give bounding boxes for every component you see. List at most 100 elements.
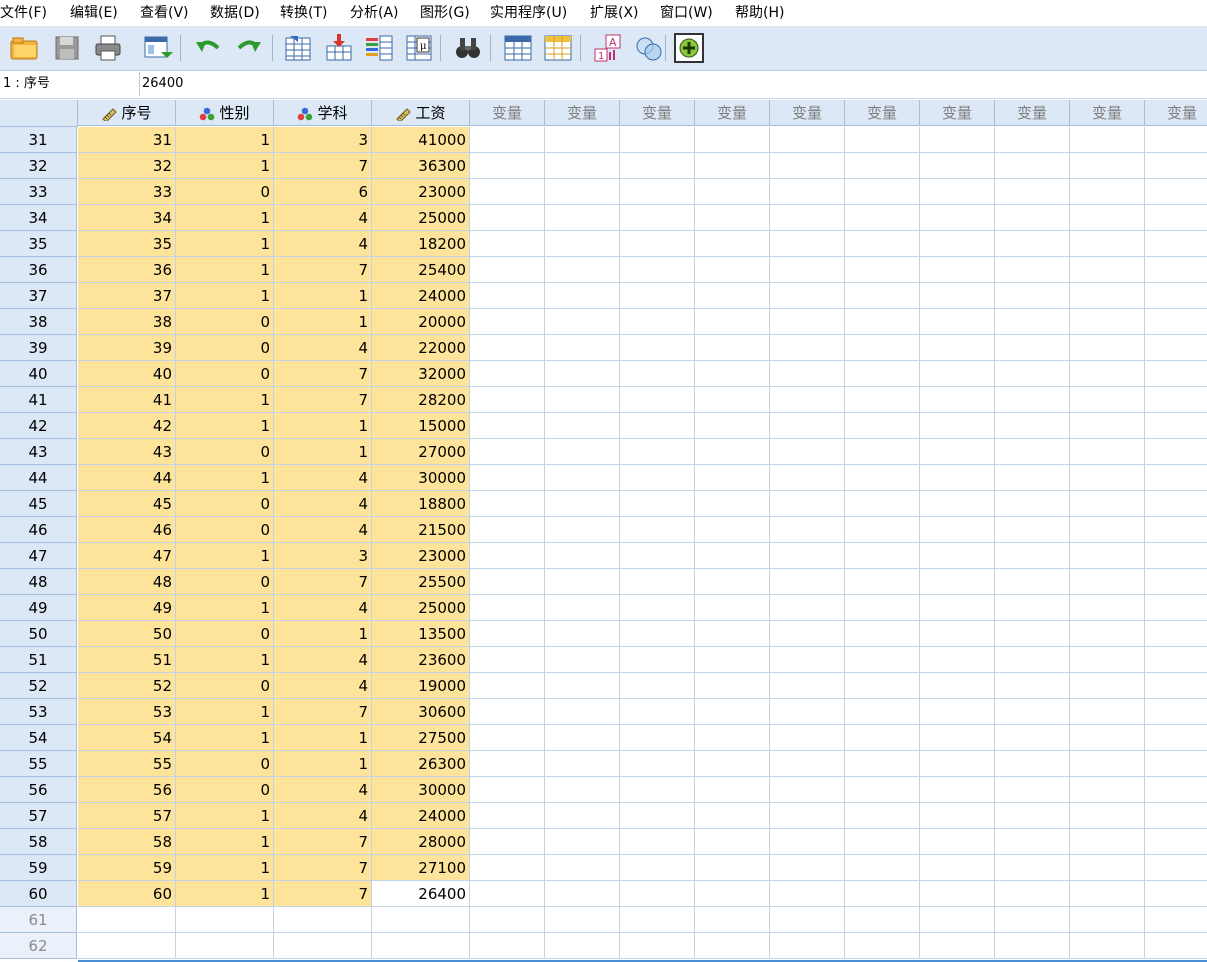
table-cell[interactable] [470, 569, 545, 595]
table-cell[interactable] [845, 621, 920, 647]
table-cell[interactable]: 1 [176, 647, 274, 673]
table-cell[interactable] [545, 127, 620, 153]
table-cell[interactable] [920, 257, 995, 283]
table-cell[interactable] [620, 205, 695, 231]
table-cell[interactable] [545, 205, 620, 231]
table-cell[interactable]: 59 [78, 855, 176, 881]
table-cell[interactable] [1070, 283, 1145, 309]
table-cell[interactable] [770, 127, 845, 153]
table-cell[interactable]: 4 [274, 465, 372, 491]
table-cell[interactable] [995, 231, 1070, 257]
table-cell[interactable]: 38 [78, 309, 176, 335]
table-cell[interactable] [620, 647, 695, 673]
redo-icon[interactable] [233, 32, 265, 64]
table-cell[interactable]: 7 [274, 699, 372, 725]
table-cell[interactable]: 4 [274, 777, 372, 803]
table-cell[interactable] [620, 179, 695, 205]
table-cell[interactable] [620, 439, 695, 465]
table-cell[interactable] [1070, 543, 1145, 569]
table-cell[interactable]: 0 [176, 439, 274, 465]
table-cell[interactable] [695, 907, 770, 933]
table-cell[interactable] [845, 543, 920, 569]
table-cell[interactable] [470, 309, 545, 335]
table-cell[interactable] [620, 283, 695, 309]
table-cell[interactable] [545, 907, 620, 933]
table-cell[interactable] [770, 543, 845, 569]
table-cell[interactable] [995, 153, 1070, 179]
table-cell[interactable] [620, 907, 695, 933]
goto-variable-icon[interactable] [323, 32, 355, 64]
table-cell[interactable] [845, 153, 920, 179]
table-cell[interactable] [845, 387, 920, 413]
row-header[interactable]: 61 [0, 907, 77, 933]
table-cell[interactable] [995, 205, 1070, 231]
table-cell[interactable]: 3 [274, 543, 372, 569]
table-cell[interactable] [845, 855, 920, 881]
table-cell[interactable] [470, 335, 545, 361]
table-cell[interactable] [995, 621, 1070, 647]
table-cell[interactable] [845, 907, 920, 933]
table-cell[interactable] [695, 205, 770, 231]
table-cell[interactable]: 1 [176, 231, 274, 257]
table-cell[interactable] [1070, 803, 1145, 829]
table-cell[interactable]: 1 [274, 725, 372, 751]
table-cell[interactable]: 18800 [372, 491, 470, 517]
table-cell[interactable] [545, 413, 620, 439]
table-cell[interactable] [470, 751, 545, 777]
menu-item-0[interactable]: 文件(F) [0, 3, 47, 23]
table-cell[interactable] [695, 127, 770, 153]
table-cell[interactable] [845, 803, 920, 829]
table-cell[interactable] [1070, 881, 1145, 907]
table-cell[interactable]: 28000 [372, 829, 470, 855]
table-cell[interactable] [470, 647, 545, 673]
table-cell[interactable] [470, 855, 545, 881]
table-cell[interactable] [1145, 803, 1207, 829]
table-cell[interactable] [845, 309, 920, 335]
table-cell[interactable] [545, 361, 620, 387]
menu-item-4[interactable]: 转换(T) [280, 3, 327, 23]
table-cell[interactable] [1070, 699, 1145, 725]
table-cell[interactable] [770, 231, 845, 257]
table-cell[interactable] [1145, 257, 1207, 283]
row-header[interactable]: 59 [0, 855, 77, 881]
table-cell[interactable] [770, 309, 845, 335]
column-header-3[interactable]: 工资 [372, 100, 470, 126]
table-cell[interactable]: 0 [176, 673, 274, 699]
table-cell[interactable] [274, 907, 372, 933]
table-cell[interactable]: 4 [274, 335, 372, 361]
table-cell[interactable] [470, 829, 545, 855]
table-cell[interactable]: 50 [78, 621, 176, 647]
table-cell[interactable] [1145, 231, 1207, 257]
table-cell[interactable]: 32000 [372, 361, 470, 387]
table-cell[interactable]: 41000 [372, 127, 470, 153]
table-cell[interactable] [545, 569, 620, 595]
table-cell[interactable] [770, 439, 845, 465]
table-cell[interactable] [845, 933, 920, 959]
table-cell[interactable] [1070, 127, 1145, 153]
table-cell[interactable]: 4 [274, 647, 372, 673]
table-cell[interactable] [545, 673, 620, 699]
table-cell[interactable] [695, 517, 770, 543]
table-cell[interactable] [470, 127, 545, 153]
table-cell[interactable]: 36300 [372, 153, 470, 179]
row-header[interactable]: 48 [0, 569, 77, 595]
table-cell[interactable] [845, 179, 920, 205]
table-cell[interactable] [620, 751, 695, 777]
table-cell[interactable] [770, 335, 845, 361]
table-cell[interactable]: 4 [274, 517, 372, 543]
table-cell[interactable] [1145, 387, 1207, 413]
table-cell[interactable] [695, 335, 770, 361]
table-cell[interactable]: 55 [78, 751, 176, 777]
table-cell[interactable] [1145, 569, 1207, 595]
dialog-recall-icon[interactable] [141, 32, 173, 64]
column-header-0[interactable]: 序号 [78, 100, 176, 126]
column-header-10[interactable]: 变量 [920, 100, 995, 126]
row-header[interactable]: 41 [0, 387, 77, 413]
table-cell[interactable] [1145, 595, 1207, 621]
table-cell[interactable] [545, 803, 620, 829]
table-cell[interactable] [545, 491, 620, 517]
table-cell[interactable] [845, 569, 920, 595]
table-cell[interactable]: 47 [78, 543, 176, 569]
table-cell[interactable]: 1 [274, 413, 372, 439]
table-cell[interactable]: 1 [176, 829, 274, 855]
